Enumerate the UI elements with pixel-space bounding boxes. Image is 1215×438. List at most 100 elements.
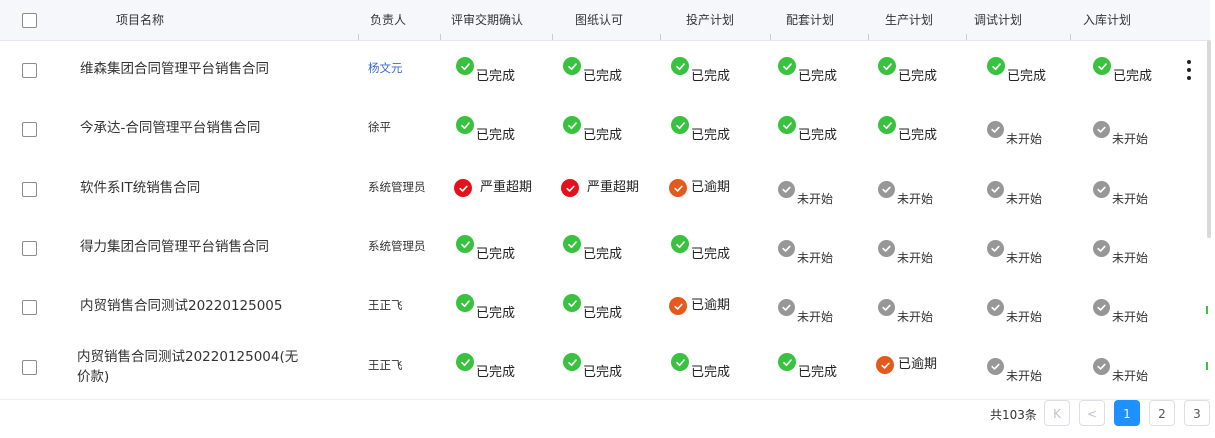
col-header-warehousing-plan[interactable]: 入库计划 <box>1083 0 1131 40</box>
status-cell: 已完成 <box>778 353 837 380</box>
status-cell: 未开始 <box>1093 299 1148 325</box>
status-cell: 未开始 <box>987 121 1042 147</box>
status-cell: 已完成 <box>671 116 730 143</box>
status-label: 已完成 <box>898 128 938 143</box>
table-row[interactable]: 维森集团合同管理平台销售合同 杨文元 已完成 已完成 已完成 已完成 已完成 已完成 已完成 <box>0 41 1210 101</box>
table-row[interactable]: 今承达-合同管理平台销售合同 徐平 已完成 已完成 已完成 已完成 已完成 未开始 未开始 <box>0 100 1210 161</box>
total-count: 共103条 <box>990 408 1037 422</box>
status-cell: 已完成 <box>778 57 837 84</box>
status-cell: 已完成 <box>563 57 622 84</box>
col-header-production-start-plan[interactable]: 投产计划 <box>686 0 734 40</box>
check-circle-icon <box>778 116 796 134</box>
row-checkbox[interactable] <box>22 181 37 197</box>
column-resize-handle[interactable] <box>358 34 359 40</box>
owner-name: 系统管理员 <box>368 179 426 194</box>
not-started-icon <box>987 240 1004 257</box>
status-label: 未开始 <box>1006 251 1043 265</box>
status-cell: 已完成 <box>563 116 622 143</box>
check-circle-icon <box>563 235 581 253</box>
column-resize-handle[interactable] <box>868 34 869 40</box>
check-circle-icon <box>563 353 581 371</box>
status-label: 已完成 <box>691 365 731 380</box>
vertical-scrollbar[interactable] <box>1207 40 1211 238</box>
select-all-checkbox[interactable] <box>22 13 37 28</box>
column-resize-handle[interactable] <box>1070 34 1071 40</box>
column-resize-handle[interactable] <box>552 34 553 40</box>
page-button-3[interactable]: 3 <box>1184 400 1210 426</box>
project-name: 维森集团合同管理平台销售合同 <box>80 60 269 77</box>
table-row[interactable]: 内贸销售合同测试20220125005 王正飞 已完成 已完成 已逾期 未开始 未开始 未开始… <box>0 278 1210 338</box>
status-cell: 未开始 <box>778 181 833 207</box>
status-label: 未开始 <box>1112 369 1149 383</box>
not-started-icon <box>878 299 895 316</box>
status-label: 未开始 <box>1006 192 1043 206</box>
column-resize-handle[interactable] <box>770 34 771 40</box>
not-started-icon <box>987 121 1004 138</box>
row-checkbox[interactable] <box>22 62 37 78</box>
status-label: 已完成 <box>798 128 838 143</box>
owner-link[interactable]: 杨文元 <box>368 60 403 76</box>
column-resize-handle[interactable] <box>440 34 441 40</box>
status-label: 已逾期 <box>898 357 938 372</box>
row-checkbox[interactable] <box>22 240 37 256</box>
row-checkbox[interactable] <box>22 360 37 375</box>
status-cell: 已完成 <box>563 235 622 262</box>
check-circle-icon <box>671 235 689 253</box>
col-header-production-plan[interactable]: 生产计划 <box>885 0 933 40</box>
page-button-1[interactable]: 1 <box>1114 400 1140 426</box>
col-header-drawing-approval[interactable]: 图纸认可 <box>575 0 623 40</box>
first-page-button[interactable]: K <box>1044 400 1070 426</box>
status-cell: 已完成 <box>456 57 515 84</box>
status-label: 已完成 <box>476 306 516 321</box>
col-header-review-delivery[interactable]: 评审交期确认 <box>451 0 523 40</box>
not-started-icon <box>1093 299 1110 316</box>
status-cell: 已完成 <box>1093 57 1152 84</box>
not-started-icon <box>878 240 895 257</box>
status-label: 已完成 <box>583 365 623 380</box>
col-header-owner[interactable]: 负责人 <box>370 0 406 40</box>
check-circle-icon <box>563 116 581 134</box>
status-label: 未开始 <box>1006 310 1043 324</box>
check-circle-icon <box>987 57 1005 75</box>
check-circle-icon <box>1093 57 1111 75</box>
prev-page-button[interactable]: < <box>1079 400 1105 426</box>
row-checkbox[interactable] <box>22 122 37 137</box>
check-circle-icon <box>671 353 689 371</box>
col-header-supporting-plan[interactable]: 配套计划 <box>786 0 834 40</box>
status-cell: 已完成 <box>987 57 1046 84</box>
not-started-icon <box>1093 358 1110 375</box>
check-circle-icon <box>671 57 689 75</box>
check-circle-icon <box>563 57 581 75</box>
check-circle-icon <box>456 294 474 312</box>
not-started-icon <box>1093 121 1110 138</box>
table-row[interactable]: 内贸销售合同测试20220125004(无 价款) 王正飞 已完成 已完成 已完成 已完成 已… <box>0 337 1210 400</box>
more-actions-icon[interactable] <box>1185 60 1193 80</box>
table-row[interactable]: 软件系IT统销售合同 系统管理员 严重超期 严重超期 已逾期 未开始 未开始 未开始 未开始 <box>0 160 1210 220</box>
status-label: 未开始 <box>1006 132 1043 146</box>
status-label: 已完成 <box>583 306 623 321</box>
status-cell: 已完成 <box>563 353 622 380</box>
table-row[interactable]: 得力集团合同管理平台销售合同 系统管理员 已完成 已完成 已完成 未开始 未开始 未开始 未开始 <box>0 219 1210 279</box>
col-header-project-name[interactable]: 项目名称 <box>116 0 164 40</box>
not-started-icon <box>778 181 795 198</box>
check-circle-icon <box>671 116 689 134</box>
status-cell: 已完成 <box>671 57 730 84</box>
overdue-check-icon <box>876 356 894 374</box>
row-checkbox[interactable] <box>22 299 37 315</box>
owner-name: 王正飞 <box>368 297 403 312</box>
status-label: 已逾期 <box>691 180 731 195</box>
status-cell: 已逾期 <box>876 356 937 374</box>
page-button-2[interactable]: 2 <box>1149 400 1175 426</box>
status-cell: 已完成 <box>456 235 515 262</box>
not-started-icon <box>1093 181 1110 198</box>
not-started-icon <box>878 181 895 198</box>
overdue-check-icon <box>669 179 687 197</box>
col-header-debug-plan[interactable]: 调试计划 <box>974 0 1022 40</box>
status-cell: 已完成 <box>456 116 515 143</box>
row-status-marker <box>1206 362 1208 370</box>
status-cell: 严重超期 <box>454 179 532 197</box>
column-resize-handle[interactable] <box>966 34 967 40</box>
status-label: 未开始 <box>1006 369 1043 383</box>
column-resize-handle[interactable] <box>660 34 661 40</box>
overdue-check-icon <box>669 297 687 315</box>
